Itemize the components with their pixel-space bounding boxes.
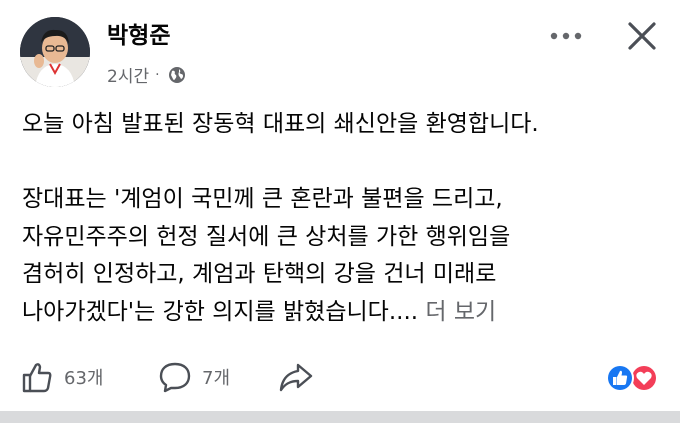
post-time[interactable]: 2시간 <box>107 62 149 87</box>
comment-icon <box>159 362 191 393</box>
close-icon[interactable] <box>620 14 664 58</box>
see-more-link[interactable]: 더 보기 <box>425 299 496 325</box>
post-line: 겸허히 인정하고, 계엄과 탄핵의 강을 건너 미래로 <box>22 261 497 287</box>
like-reaction-icon <box>606 364 634 392</box>
comment-button[interactable]: 7개 <box>158 360 230 394</box>
author-name[interactable]: 박형준 <box>107 16 170 50</box>
avatar[interactable] <box>20 17 90 87</box>
like-icon <box>22 363 52 393</box>
meta-separator: · <box>155 66 160 83</box>
post-line: 오늘 아침 발표된 장동혁 대표의 쇄신안을 환영합니다. <box>22 111 539 137</box>
share-button[interactable] <box>278 360 314 394</box>
like-button[interactable]: 63개 <box>20 360 103 394</box>
share-icon <box>279 363 313 392</box>
post-body: 오늘 아침 발표된 장동혁 대표의 쇄신안을 환영합니다. 장대표는 '계엄이 … <box>22 106 662 331</box>
post-header: 박형준 2시간 · <box>0 0 680 100</box>
post-actions: 63개 7개 <box>0 352 680 402</box>
post-line: 자유민주주의 헌정 질서에 큰 상처를 가한 행위임을 <box>22 223 511 250</box>
post-line-last: 나아가겠다'는 강한 의지를 밝혔습니다.... 더 보기 <box>22 294 662 332</box>
reaction-summary[interactable] <box>600 361 664 395</box>
comment-count: 7개 <box>202 368 231 389</box>
post-meta: 2시간 · <box>107 62 186 87</box>
post-line: 장대표는 '계엄이 국민께 큰 혼란과 불편을 드리고, <box>22 186 503 212</box>
like-count: 63개 <box>64 368 104 389</box>
post-line: 나아가겠다'는 강한 의지를 밝혔습니다.... <box>22 298 426 325</box>
love-reaction-icon <box>630 364 658 392</box>
more-options-icon[interactable] <box>546 22 586 50</box>
section-divider <box>0 411 680 423</box>
globe-icon <box>168 66 186 84</box>
